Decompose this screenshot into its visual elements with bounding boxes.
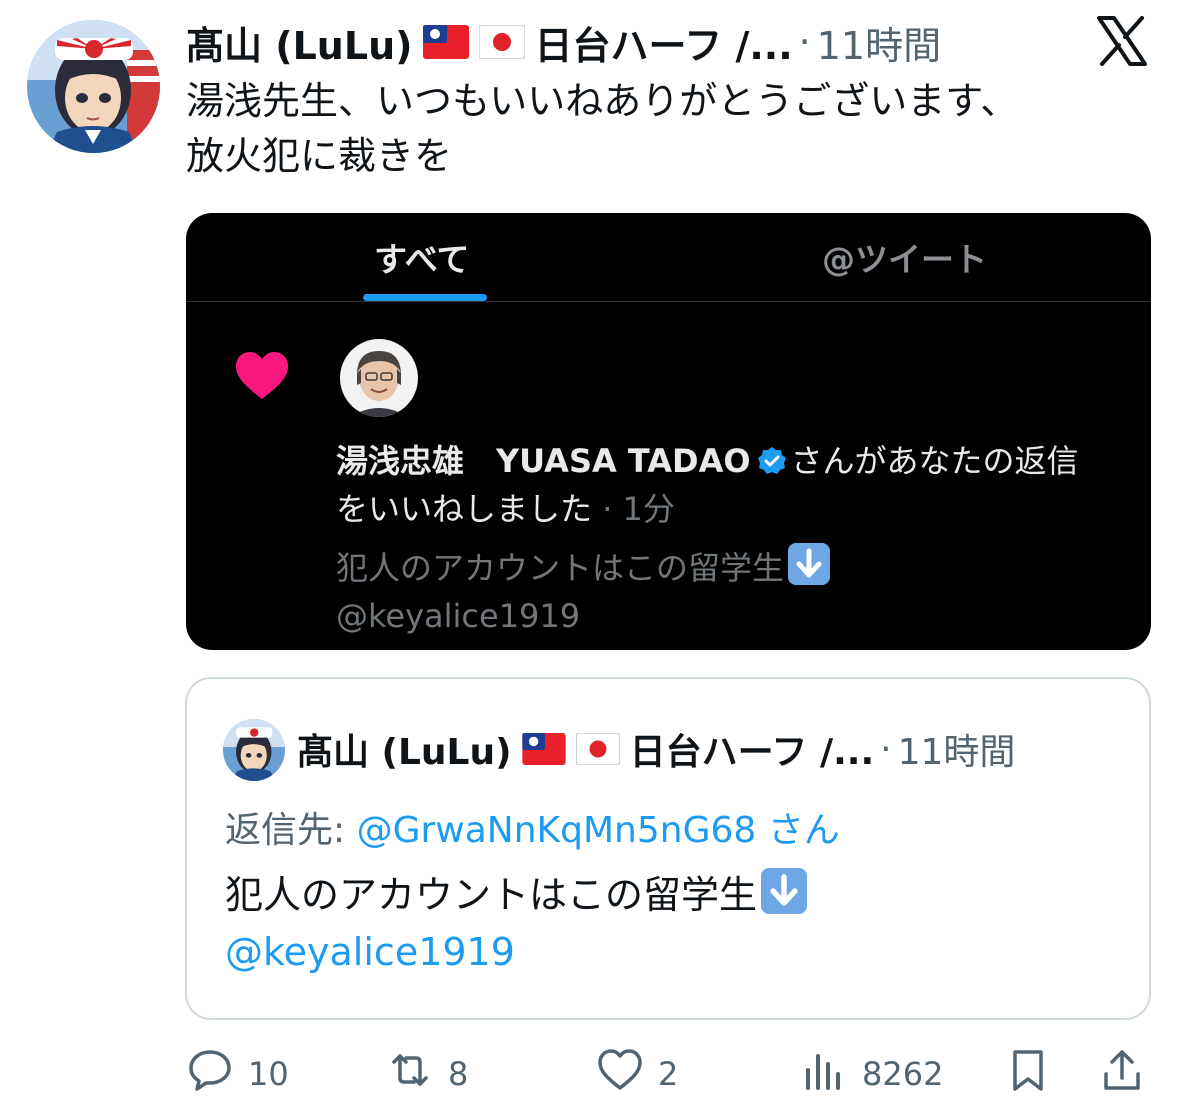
taiwan-flag-icon <box>521 729 566 770</box>
author-avatar[interactable] <box>27 20 160 153</box>
quoted-author-avatar <box>223 719 285 781</box>
share-button[interactable] <box>1098 1044 1146 1104</box>
tabs-divider <box>186 301 1151 302</box>
bookmark-icon <box>1004 1046 1052 1102</box>
retweet-count: 8 <box>448 1055 469 1093</box>
quoted-text-line: 犯人のアカウントはこの留学生 <box>225 873 758 917</box>
post-header: 髙山 (LuLu) 日台ハーフ /... · 11時間 <box>186 14 1066 70</box>
x-logo-icon[interactable] <box>1096 16 1148 66</box>
retweet-icon <box>386 1046 434 1102</box>
reply-to-handle[interactable]: @GrwaNnKqMn5nG68 さん <box>357 810 840 851</box>
author-bio-snippet: 日台ハーフ /... <box>534 23 793 68</box>
author-name[interactable]: 髙山 (LuLu) <box>186 15 413 70</box>
heart-icon <box>234 351 290 401</box>
post-time[interactable]: 11時間 <box>817 15 941 70</box>
action-bar: 10 8 2 8262 <box>186 1044 1151 1104</box>
retweet-button[interactable]: 8 <box>386 1044 468 1104</box>
meta-separator: · <box>880 728 892 770</box>
reply-count: 10 <box>248 1055 289 1093</box>
notification-action-cont: をいいねしました <box>336 490 593 528</box>
heart-icon <box>596 1046 644 1102</box>
notification-preview: 犯人のアカウントはこの留学生 @keyalice1919 <box>336 543 1136 640</box>
japan-flag-icon <box>575 729 620 770</box>
meta-separator: · <box>798 20 811 64</box>
attached-image[interactable]: すべて @ツイート 湯浅忠雄 YUASA TADAO さんがあなたの返信 をいいね… <box>186 213 1151 650</box>
liker-name: 湯浅忠雄 YUASA TADAO <box>336 442 751 480</box>
active-tab-indicator <box>363 294 487 301</box>
quoted-post-time: 11時間 <box>897 732 1016 773</box>
tab-mentions: @ツイート <box>822 240 987 279</box>
japan-flag-icon <box>477 20 526 64</box>
notification-time: 1分 <box>622 490 675 528</box>
quoted-handle-link[interactable]: @keyalice1919 <box>225 924 807 981</box>
post-text-line: 湯浅先生、いつもいいねありがとうございます、 <box>186 79 1019 123</box>
like-button[interactable]: 2 <box>596 1044 678 1104</box>
quoted-author-name: 髙山 (LuLu) <box>297 732 512 773</box>
post-text-line: 放火犯に裁きを <box>186 134 453 178</box>
views-icon <box>800 1046 848 1102</box>
notification-action: さんがあなたの返信 <box>790 442 1079 480</box>
tab-all: すべて <box>374 240 470 279</box>
quoted-post[interactable]: 髙山 (LuLu) 日台ハーフ /... · 11時間 返信先: @GrwaNn… <box>185 677 1151 1020</box>
reply-to-label: 返信先: <box>225 810 357 851</box>
verified-badge-icon <box>757 441 787 474</box>
down-arrow-emoji-icon <box>761 868 808 914</box>
views-count: 8262 <box>862 1055 944 1093</box>
reply-icon <box>186 1046 234 1102</box>
like-count: 2 <box>658 1055 679 1093</box>
liker-avatar <box>340 339 418 417</box>
views-button[interactable]: 8262 <box>800 1044 943 1104</box>
notification-tabs: すべて @ツイート <box>186 213 1151 301</box>
quoted-post-text: 犯人のアカウントはこの留学生 @keyalice1919 <box>225 867 808 981</box>
quoted-post-header: 髙山 (LuLu) 日台ハーフ /... · 11時間 <box>297 721 1015 777</box>
down-arrow-emoji-icon <box>788 543 831 585</box>
preview-handle: @keyalice1919 <box>336 597 581 635</box>
reply-to-line: 返信先: @GrwaNnKqMn5nG68 さん <box>225 801 840 853</box>
post-text: 湯浅先生、いつもいいねありがとうございます、 放火犯に裁きを <box>186 74 1146 184</box>
notification-separator: · <box>592 490 623 528</box>
bookmark-button[interactable] <box>1004 1044 1052 1104</box>
taiwan-flag-icon <box>422 20 469 64</box>
share-icon <box>1098 1046 1146 1102</box>
notification-text: 湯浅忠雄 YUASA TADAO さんがあなたの返信 をいいねしました · 1分 <box>336 437 1136 533</box>
quoted-author-bio-snippet: 日台ハーフ /... <box>629 732 875 773</box>
preview-line: 犯人のアカウントはこの留学生 <box>336 549 785 587</box>
reply-button[interactable]: 10 <box>186 1044 289 1104</box>
